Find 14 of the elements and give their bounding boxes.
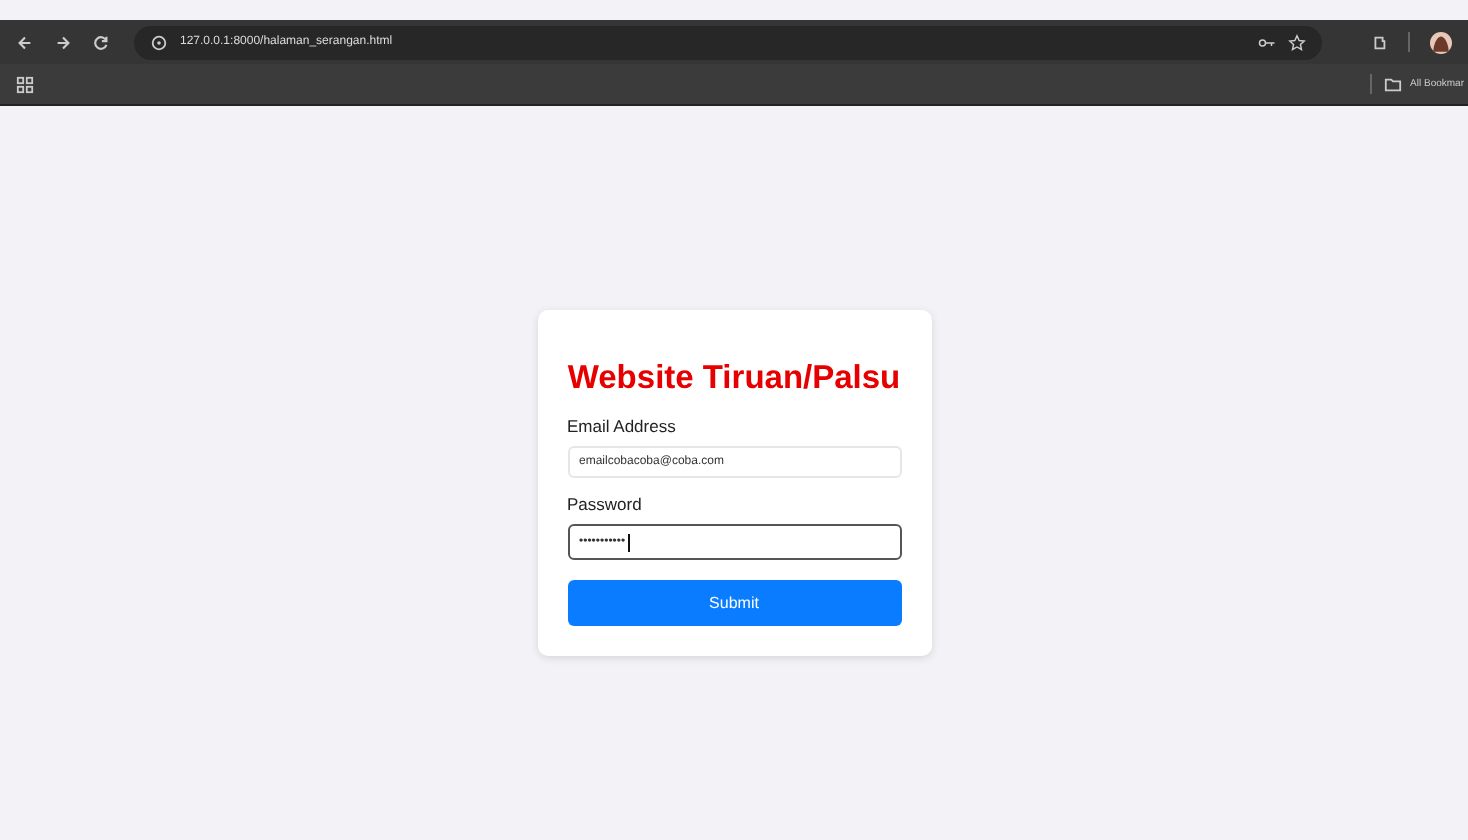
form-title: Website Tiruan/Palsu (567, 360, 901, 398)
key-icon[interactable] (1258, 33, 1276, 51)
back-icon[interactable] (16, 33, 34, 51)
avatar-icon[interactable] (1430, 31, 1452, 53)
site-info-icon[interactable] (150, 33, 168, 51)
folder-icon (1384, 75, 1403, 93)
reload-icon[interactable] (92, 33, 110, 51)
extensions-icon[interactable] (1370, 33, 1388, 51)
apps-icon[interactable] (16, 75, 34, 93)
field-label: Password (567, 494, 644, 514)
field-label: Email Address (567, 416, 678, 436)
forward-icon[interactable] (54, 33, 72, 51)
submit-button[interactable]: Submit (567, 580, 901, 626)
star-icon[interactable] (1288, 33, 1306, 51)
